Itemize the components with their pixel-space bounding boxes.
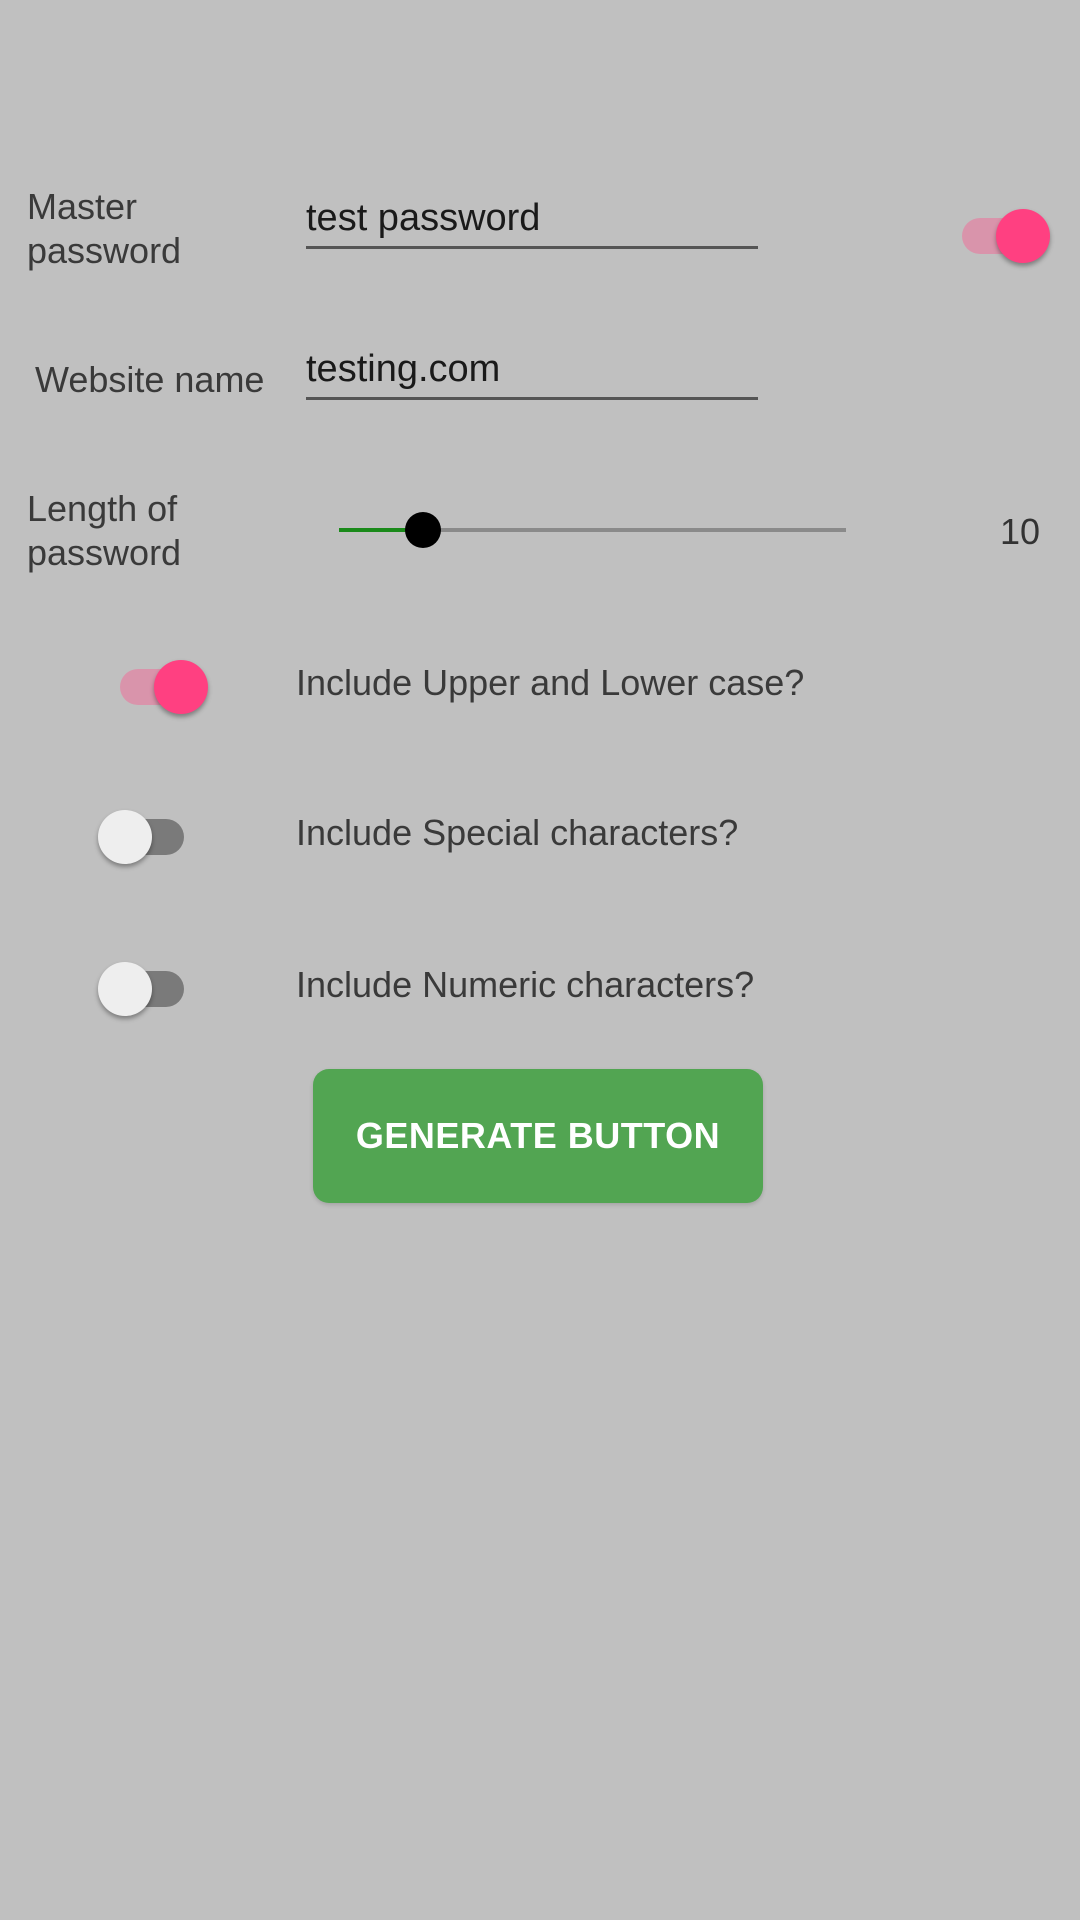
password-length-label-line1: Length of xyxy=(27,488,178,529)
generate-button[interactable]: GENERATE BUTTON xyxy=(313,1069,763,1203)
upper-lower-case-label: Include Upper and Lower case? xyxy=(296,662,805,703)
switch-thumb xyxy=(996,209,1050,263)
master-password-label-line2: password xyxy=(27,230,182,271)
password-visibility-switch[interactable] xyxy=(956,201,1050,263)
upper-lower-case-switch[interactable] xyxy=(114,652,208,714)
numeric-characters-label: Include Numeric characters? xyxy=(296,964,755,1005)
special-characters-label: Include Special characters? xyxy=(296,812,739,853)
slider-thumb[interactable] xyxy=(404,512,441,548)
switch-thumb xyxy=(98,962,152,1016)
special-characters-switch[interactable] xyxy=(98,802,188,864)
switch-thumb xyxy=(98,810,152,864)
website-name-input[interactable] xyxy=(306,341,758,400)
website-name-label: Website name xyxy=(35,359,265,400)
switch-thumb xyxy=(154,660,208,714)
numeric-characters-switch[interactable] xyxy=(98,954,188,1016)
password-length-value: 10 xyxy=(1000,511,1041,552)
master-password-label-line1: Master xyxy=(27,186,138,227)
password-length-slider[interactable] xyxy=(339,510,846,550)
password-length-label-line2: password xyxy=(27,532,182,573)
password-length-label: Length of password xyxy=(27,487,181,575)
master-password-label: Master password xyxy=(27,185,181,273)
master-password-input[interactable] xyxy=(306,190,758,249)
